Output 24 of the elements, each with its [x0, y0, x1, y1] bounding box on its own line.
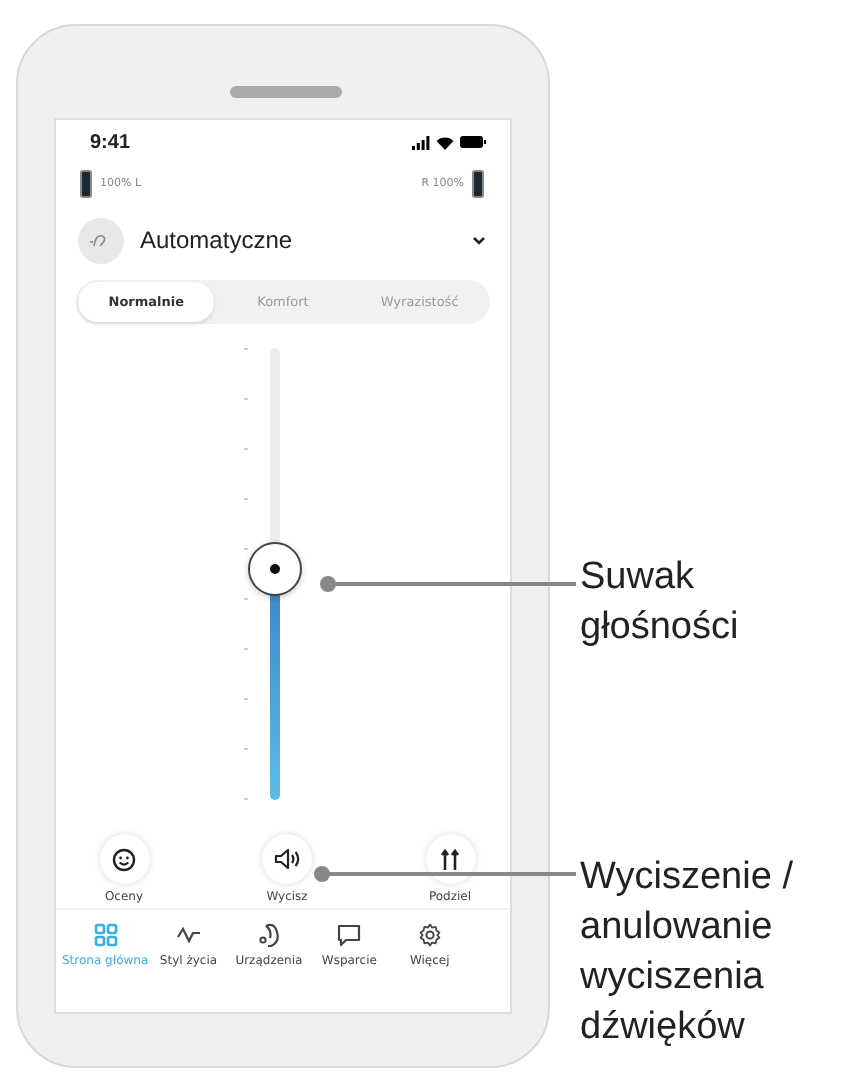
split-arrows-icon: [440, 847, 460, 871]
battery-icon: [80, 170, 92, 198]
settings-icon: [417, 922, 442, 948]
speaker-icon: [274, 848, 300, 870]
program-icon: [78, 217, 124, 263]
speaker-grille: [230, 86, 342, 98]
grid-icon: [93, 922, 118, 948]
chevron-down-icon[interactable]: [472, 235, 486, 245]
callout-text: Wyciszenie / anulowanie wyciszenia dźwięków: [580, 854, 795, 1052]
wifi-icon: [436, 135, 454, 149]
signal-icon: [412, 135, 430, 149]
pulse-line-icon: [175, 922, 202, 948]
split-button[interactable]: [425, 834, 475, 884]
program-name[interactable]: Automatyczne: [140, 226, 456, 254]
mute-button[interactable]: [262, 834, 312, 884]
hearing-aid-icon: [257, 922, 280, 948]
callout-text: Suwak głośności: [580, 554, 741, 652]
battery-icon: [472, 170, 484, 198]
speech-bubble-icon: [336, 922, 363, 948]
battery-status-icon: [460, 136, 486, 148]
status-time: 9:41: [90, 131, 131, 153]
volume-slider-thumb[interactable]: [248, 541, 302, 596]
rate-button[interactable]: [99, 834, 149, 884]
smiley-icon: [112, 847, 136, 871]
